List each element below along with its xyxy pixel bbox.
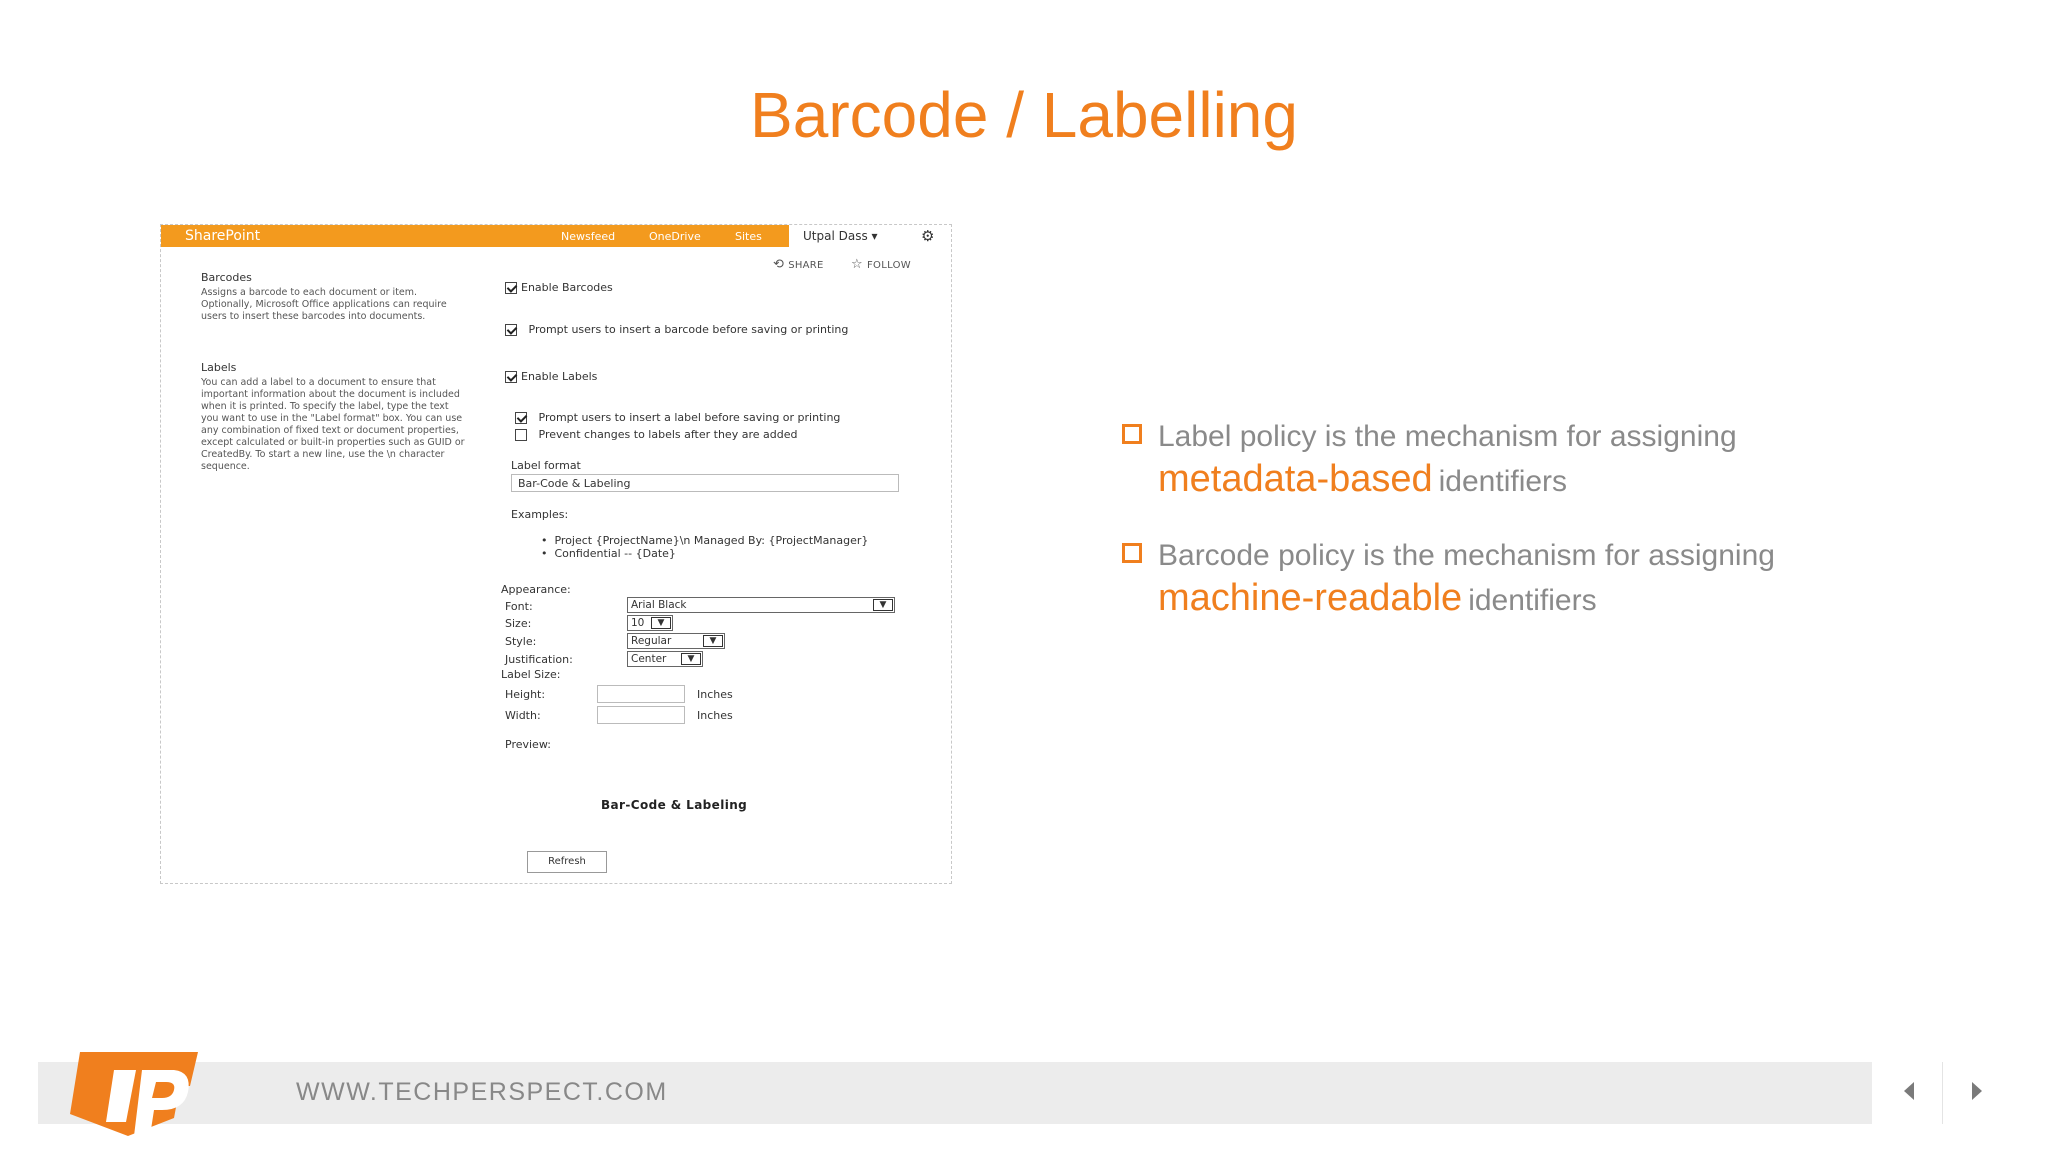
style-label: Style: (505, 635, 537, 648)
style-select[interactable]: Regular ▼ (627, 633, 725, 649)
checkbox-checked-icon (505, 371, 517, 383)
share-icon: ⟲ (773, 257, 785, 272)
checkbox-checked-icon (515, 412, 527, 424)
bullet-rest: identifiers (1468, 584, 1597, 617)
labels-description: You can add a label to a document to ens… (201, 377, 465, 472)
chevron-down-icon: ▼ (651, 617, 671, 629)
follow-button[interactable]: ☆ FOLLOW (851, 257, 911, 272)
label-size-label: Label Size: (501, 668, 561, 681)
chevron-down-icon: ▼ (703, 635, 723, 647)
bullet-highlight: machine-readable (1158, 577, 1463, 619)
star-icon: ☆ (851, 257, 863, 272)
prompt-barcode-checkbox[interactable]: Prompt users to insert a barcode before … (505, 323, 848, 336)
justification-select[interactable]: Center ▼ (627, 651, 703, 667)
nav-sites[interactable]: Sites (735, 230, 762, 243)
next-arrow-icon[interactable] (1962, 1076, 1992, 1106)
prevent-changes-checkbox[interactable]: Prevent changes to labels after they are… (515, 428, 797, 441)
preview-label: Preview: (505, 738, 551, 751)
enable-labels-checkbox[interactable]: Enable Labels (505, 370, 597, 383)
slide-title: Barcode / Labelling (750, 79, 1298, 151)
prev-arrow-icon[interactable] (1894, 1076, 1924, 1106)
height-unit: Inches (697, 688, 733, 701)
sharepoint-screenshot: SharePoint Newsfeed OneDrive Sites Utpal… (160, 224, 952, 884)
height-label: Height: (505, 688, 546, 701)
size-label: Size: (505, 617, 532, 630)
label-preview: Bar-Code & Labeling (601, 798, 748, 812)
width-input[interactable] (597, 706, 685, 724)
checkbox-bullet-icon (1122, 424, 1142, 444)
checkbox-checked-icon (505, 282, 517, 294)
example-item: • Confidential -- {Date} (541, 547, 676, 560)
share-button[interactable]: ⟲ SHARE (773, 257, 824, 272)
chevron-down-icon: ▼ (873, 599, 893, 611)
font-label: Font: (505, 600, 533, 613)
refresh-button[interactable]: Refresh (527, 851, 607, 873)
nav-onedrive[interactable]: OneDrive (649, 230, 701, 243)
sharepoint-suite-bar: SharePoint Newsfeed OneDrive Sites Utpal… (161, 225, 951, 247)
bullet-rest: identifiers (1438, 465, 1568, 498)
barcodes-heading: Barcodes (201, 271, 252, 284)
bullet-highlight: metadata-based (1158, 458, 1433, 500)
label-format-label: Label format (511, 459, 581, 472)
width-unit: Inches (697, 709, 733, 722)
checkbox-checked-icon (505, 324, 517, 336)
labels-heading: Labels (201, 361, 237, 374)
nav-divider (1942, 1062, 1943, 1124)
barcodes-description: Assigns a barcode to each document or it… (201, 287, 447, 322)
bullet-text-line2: machine-readable identifiers (1158, 577, 1597, 620)
chevron-down-icon: ▼ (681, 653, 701, 665)
size-select[interactable]: 10 ▼ (627, 615, 673, 631)
footer-url[interactable]: WWW.TECHPERSPECT.COM (296, 1078, 668, 1107)
checkbox-bullet-icon (1122, 543, 1142, 563)
prompt-label-checkbox[interactable]: Prompt users to insert a label before sa… (515, 411, 840, 424)
bullet-text-line2: metadata-based identifiers (1158, 458, 1567, 501)
appearance-heading: Appearance: (501, 583, 571, 596)
font-select[interactable]: Arial Black ▼ (627, 597, 895, 613)
checkbox-unchecked-icon (515, 429, 527, 441)
justification-label: Justification: (505, 653, 573, 666)
nav-newsfeed[interactable]: Newsfeed (561, 230, 615, 243)
sharepoint-brand[interactable]: SharePoint (185, 228, 260, 244)
bullet-text: Label policy is the mechanism for assign… (1158, 420, 1737, 453)
width-label: Width: (505, 709, 541, 722)
techperspect-logo-icon (70, 1052, 198, 1136)
bullet-text: Barcode policy is the mechanism for assi… (1158, 539, 1775, 572)
label-format-input[interactable]: Bar-Code & Labeling (511, 474, 899, 492)
enable-barcodes-checkbox[interactable]: Enable Barcodes (505, 281, 613, 294)
height-input[interactable] (597, 685, 685, 703)
example-item: • Project {ProjectName}\n Managed By: {P… (541, 534, 869, 547)
gear-icon[interactable]: ⚙ (921, 227, 934, 245)
examples-label: Examples: (511, 508, 569, 521)
